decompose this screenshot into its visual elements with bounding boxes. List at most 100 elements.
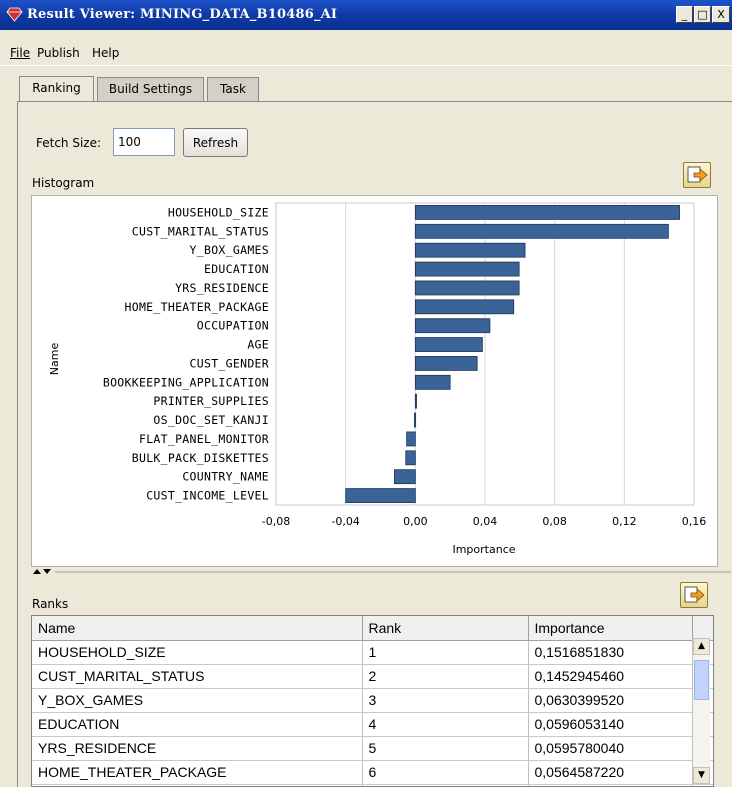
bar-cust-gender bbox=[414, 356, 478, 371]
table-row[interactable]: CUST_MARITAL_STATUS 2 0,1452945460 bbox=[32, 664, 713, 689]
cell-name: CUST_MARITAL_STATUS bbox=[32, 664, 363, 689]
category-label: FLAT_PANEL_MONITOR bbox=[139, 432, 269, 446]
cell-name: Y_BOX_GAMES bbox=[32, 688, 363, 713]
table-row[interactable]: Y_BOX_GAMES 3 0,0630399520 bbox=[32, 688, 713, 713]
cell-name: YRS_RESIDENCE bbox=[32, 736, 363, 761]
panel-splitter[interactable] bbox=[31, 568, 731, 576]
category-label: CUST_GENDER bbox=[190, 356, 269, 370]
bar-household-size bbox=[414, 205, 680, 220]
column-header-corner bbox=[692, 616, 713, 641]
histogram-label: Histogram bbox=[32, 176, 95, 190]
y-axis-label: Name bbox=[48, 343, 61, 376]
category-label: HOUSEHOLD_SIZE bbox=[168, 205, 269, 219]
tab-build-settings[interactable]: Build Settings bbox=[97, 77, 204, 101]
splitter-down-icon[interactable] bbox=[43, 569, 51, 574]
category-label: HOME_THEATER_PACKAGE bbox=[125, 300, 269, 314]
x-tick-label: 0,04 bbox=[473, 515, 498, 528]
x-tick-label: 0,00 bbox=[403, 515, 428, 528]
cell-rank: 1 bbox=[362, 640, 529, 665]
window-title: Result Viewer: MINING_DATA_B10486_AI bbox=[27, 7, 338, 22]
category-label: BULK_PACK_DISKETTES bbox=[132, 451, 269, 465]
tab-task[interactable]: Task bbox=[207, 77, 259, 101]
bar-y-box-games bbox=[414, 242, 526, 258]
refresh-button[interactable]: Refresh bbox=[183, 128, 248, 157]
cell-rank: 2 bbox=[362, 664, 529, 689]
table-row[interactable]: HOME_THEATER_PACKAGE 6 0,0564587220 bbox=[32, 760, 713, 785]
cell-rank: 4 bbox=[362, 712, 529, 737]
export-icon bbox=[684, 586, 705, 603]
menu-file[interactable]: File bbox=[10, 46, 30, 60]
bar-country-name bbox=[394, 469, 416, 485]
category-label: CUST_MARITAL_STATUS bbox=[132, 224, 269, 238]
tab-ranking[interactable]: Ranking bbox=[19, 76, 94, 102]
category-label: BOOKKEEPING_APPLICATION bbox=[103, 375, 269, 389]
category-label: YRS_RESIDENCE bbox=[175, 281, 269, 295]
bar-cust-income-level bbox=[345, 488, 416, 503]
category-label: OCCUPATION bbox=[197, 319, 269, 333]
category-label: OS_DOC_SET_KANJI bbox=[153, 413, 269, 427]
category-label: EDUCATION bbox=[204, 262, 269, 276]
x-tick-label: -0,04 bbox=[331, 515, 359, 528]
cell-importance: 0,0595780040 bbox=[528, 736, 693, 761]
cell-rank: 3 bbox=[362, 688, 529, 713]
x-tick-label: -0,08 bbox=[262, 515, 290, 528]
minimize-button[interactable]: _ bbox=[676, 6, 693, 23]
maximize-icon: □ bbox=[697, 8, 708, 21]
x-tick-label: 0,08 bbox=[542, 515, 567, 528]
table-row[interactable]: HOUSEHOLD_SIZE 1 0,1516851830 bbox=[32, 640, 713, 665]
cell-importance: 0,1516851830 bbox=[528, 640, 693, 665]
menu-bar: File Publish Help bbox=[0, 30, 732, 66]
table-header-row: Name Rank Importance bbox=[32, 616, 713, 641]
table-row[interactable]: YRS_RESIDENCE 5 0,0595780040 bbox=[32, 736, 713, 761]
cell-importance: 0,0630399520 bbox=[528, 688, 693, 713]
export-ranks-button[interactable] bbox=[680, 582, 708, 608]
ranks-label: Ranks bbox=[32, 597, 69, 611]
bar-flat-panel-monitor bbox=[406, 431, 416, 447]
fetch-size-label: Fetch Size: bbox=[36, 136, 102, 150]
bar-printer-supplies bbox=[414, 393, 417, 409]
category-label: PRINTER_SUPPLIES bbox=[153, 394, 269, 408]
bar-age bbox=[414, 337, 483, 352]
bar-bookkeeping-application bbox=[414, 374, 451, 390]
x-tick-label: 0,16 bbox=[682, 515, 707, 528]
importance-bar-chart: HOUSEHOLD_SIZE CUST_MARITAL_STATUS Y_BOX_G… bbox=[48, 202, 707, 556]
cell-rank: 5 bbox=[362, 736, 529, 761]
close-button[interactable]: X bbox=[712, 6, 730, 23]
export-histogram-button[interactable] bbox=[683, 162, 711, 188]
category-label: COUNTRY_NAME bbox=[182, 470, 269, 484]
menu-help[interactable]: Help bbox=[92, 46, 119, 60]
cell-importance: 0,1452945460 bbox=[528, 664, 693, 689]
menu-publish[interactable]: Publish bbox=[37, 46, 80, 60]
category-label: AGE bbox=[247, 338, 269, 352]
splitter-up-icon[interactable] bbox=[33, 569, 41, 574]
fetch-size-input[interactable] bbox=[113, 128, 175, 156]
bar-cust-marital-status bbox=[414, 223, 669, 239]
column-header-importance[interactable]: Importance bbox=[528, 616, 693, 641]
category-label: CUST_INCOME_LEVEL bbox=[146, 489, 269, 503]
vertical-scrollbar[interactable]: ▲ ▼ bbox=[692, 638, 710, 784]
bar-yrs-residence bbox=[414, 280, 520, 296]
export-icon bbox=[687, 166, 708, 183]
cell-name: HOUSEHOLD_SIZE bbox=[32, 640, 363, 665]
bar-home-theater-package bbox=[414, 299, 515, 315]
table-row[interactable]: EDUCATION 4 0,0596053140 bbox=[32, 712, 713, 737]
column-header-name[interactable]: Name bbox=[32, 616, 363, 641]
cell-rank: 6 bbox=[362, 760, 529, 785]
app-gem-icon bbox=[6, 7, 23, 22]
minimize-icon: _ bbox=[681, 8, 688, 21]
scroll-up-icon[interactable]: ▲ bbox=[693, 638, 710, 655]
maximize-button[interactable]: □ bbox=[694, 6, 711, 23]
cell-importance: 0,0564587220 bbox=[528, 760, 693, 785]
title-bar[interactable]: Result Viewer: MINING_DATA_B10486_AI _ □… bbox=[0, 0, 732, 30]
scroll-thumb[interactable] bbox=[694, 660, 709, 700]
cell-importance: 0,0596053140 bbox=[528, 712, 693, 737]
bar-bulk-pack-diskettes bbox=[405, 450, 416, 466]
ranks-table: Name Rank Importance HOUSEHOLD_SIZE 1 0,15… bbox=[31, 615, 714, 787]
bar-os-doc-set-kanji bbox=[414, 412, 417, 428]
bar-education bbox=[414, 261, 520, 277]
bar-occupation bbox=[414, 318, 491, 334]
close-icon: X bbox=[717, 8, 725, 21]
column-header-rank[interactable]: Rank bbox=[362, 616, 529, 641]
scroll-down-icon[interactable]: ▼ bbox=[693, 767, 710, 784]
category-label: Y_BOX_GAMES bbox=[190, 243, 269, 257]
